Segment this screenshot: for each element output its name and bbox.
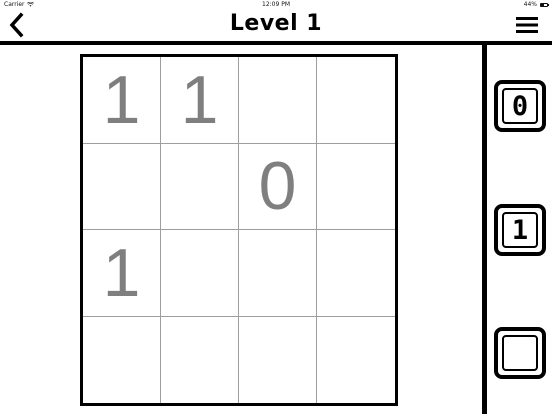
board-cell[interactable]: [161, 316, 239, 403]
board-cell[interactable]: [317, 144, 395, 230]
app-screen: Carrier 12:09 PM 44% Level 1 1 1 0 1 0 1: [0, 0, 552, 414]
board-cell[interactable]: [317, 317, 395, 404]
battery-percent: 44%: [523, 1, 537, 8]
choice-clear-label: [502, 335, 538, 371]
board-cell[interactable]: [239, 316, 317, 403]
page-title: Level 1: [229, 11, 323, 36]
choice-zero-button[interactable]: 0: [494, 80, 546, 132]
board-cell[interactable]: [161, 230, 239, 317]
board-cell[interactable]: [239, 57, 317, 144]
battery-icon: [540, 2, 549, 7]
header: Level 1: [0, 10, 552, 42]
board-cell[interactable]: 1: [83, 57, 161, 144]
board-cell[interactable]: [83, 316, 161, 403]
battery-fill: [541, 3, 544, 6]
menu-button[interactable]: [516, 17, 538, 33]
board-cell[interactable]: [83, 143, 161, 230]
board-cell[interactable]: [239, 230, 317, 317]
choice-clear-button[interactable]: [494, 327, 546, 379]
puzzle-board: 1 1 0 1: [80, 54, 398, 406]
status-right: 44%: [523, 1, 549, 8]
status-bar: Carrier 12:09 PM 44%: [0, 0, 552, 10]
board-cell[interactable]: 1: [161, 57, 239, 144]
header-divider: [0, 41, 552, 45]
status-time: 12:09 PM: [262, 1, 290, 8]
choice-one-button[interactable]: 1: [494, 204, 546, 256]
board-cell[interactable]: [317, 57, 395, 144]
panel-divider: [482, 45, 487, 414]
board-cell[interactable]: 1: [83, 230, 161, 317]
hamburger-menu-icon: [516, 17, 538, 33]
board-cell[interactable]: 0: [239, 143, 317, 230]
choice-one-label: 1: [502, 212, 538, 248]
board-cell[interactable]: [317, 230, 395, 317]
choice-zero-label: 0: [502, 88, 538, 124]
board-cell[interactable]: [161, 143, 239, 230]
